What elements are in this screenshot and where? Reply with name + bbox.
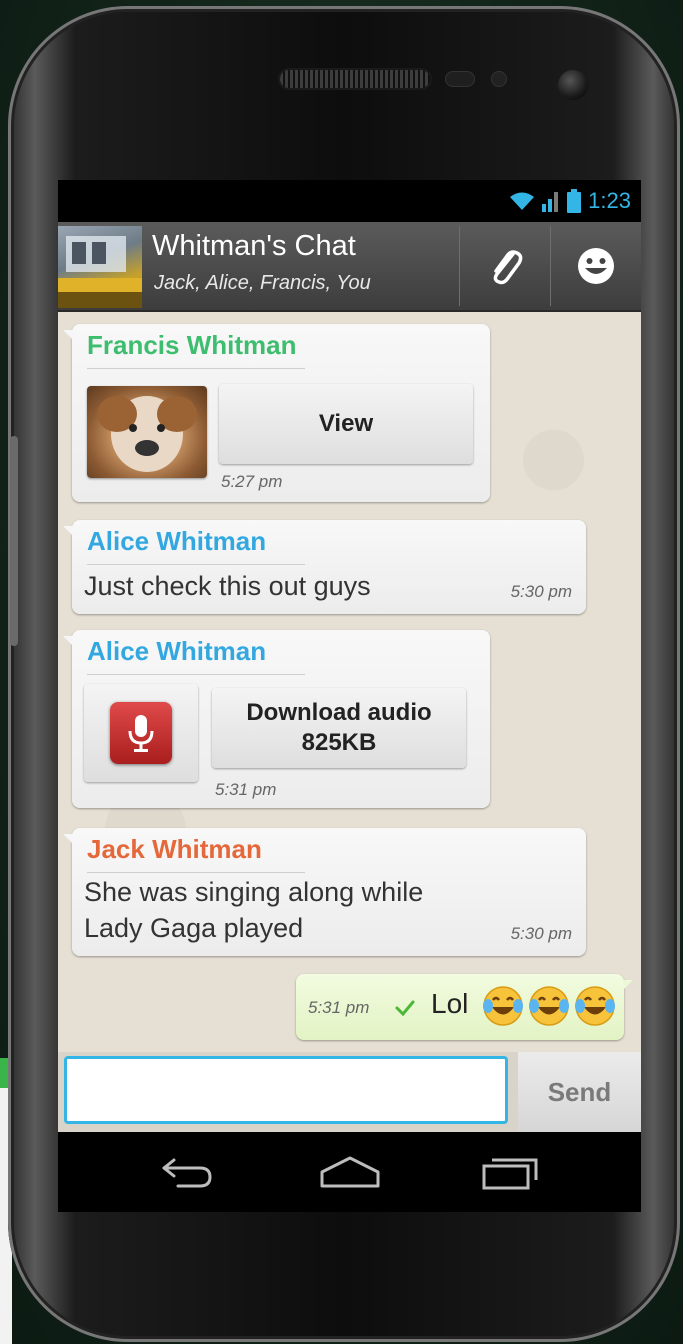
delivered-check-icon [395, 1000, 415, 1017]
phone-screen: 1:23 Whitman's Chat Jack, Alice, Francis… [58, 180, 641, 1132]
chat-participants: Jack, Alice, Francis, You [154, 272, 371, 294]
battery-icon [567, 189, 582, 213]
signal-icon [542, 192, 559, 212]
proximity-sensor [446, 72, 474, 86]
back-button[interactable] [148, 1146, 228, 1198]
sender-name: Alice Whitman [87, 636, 267, 666]
message-time: 5:30 pm [510, 582, 572, 601]
message-time: 5:30 pm [510, 924, 572, 943]
message-time: 5:27 pm [221, 472, 283, 491]
sender-name: Jack Whitman [87, 834, 262, 864]
sender-name: Alice Whitman [87, 526, 267, 556]
earpiece-speaker [280, 70, 430, 88]
message-bubble: Alice Whitman Just check this out guys 5… [63, 520, 586, 614]
navigation-bar [58, 1132, 641, 1212]
recents-icon [482, 1158, 538, 1190]
chat-title[interactable]: Whitman's Chat [152, 230, 356, 263]
sender-divider [87, 674, 305, 675]
message-text: Just check this out guys [84, 571, 371, 601]
back-icon [162, 1158, 212, 1188]
message-bubble: Francis Whitman View 5:27 pm [63, 324, 490, 502]
message-text-line: Lady Gaga played [84, 913, 304, 943]
download-audio-label: Download audio [246, 699, 432, 726]
message-list[interactable]: Francis Whitman View 5:27 pm Alice Whitm… [58, 312, 641, 1052]
status-bar: 1:23 [58, 180, 641, 222]
view-button[interactable]: View [219, 384, 473, 464]
attach-button[interactable] [460, 226, 550, 306]
home-icon [320, 1156, 380, 1188]
crying-laughing-emoji-icon [529, 986, 569, 1026]
sender-divider [87, 564, 305, 565]
emoji-button[interactable] [551, 226, 641, 306]
message-bubble: Jack Whitman She was singing along while… [63, 828, 586, 956]
send-button[interactable]: Send [518, 1052, 641, 1132]
download-audio-button[interactable]: Download audio 825KB [212, 688, 466, 768]
home-button[interactable] [310, 1146, 390, 1198]
composer-bar: Send [58, 1052, 641, 1132]
image-thumbnail[interactable] [87, 386, 207, 478]
emoji-group [481, 984, 617, 1028]
message-text: Lol [431, 988, 469, 1019]
crying-laughing-emoji-icon [483, 986, 523, 1026]
light-sensor [492, 72, 506, 86]
chat-header: Whitman's Chat Jack, Alice, Francis, You [58, 222, 641, 312]
outgoing-message-bubble: 5:31 pm Lol [296, 974, 633, 1040]
status-time: 1:23 [588, 188, 631, 213]
sender-divider [87, 368, 305, 369]
message-time: 5:31 pm [215, 780, 277, 799]
front-camera [558, 70, 588, 100]
group-avatar[interactable] [58, 226, 142, 308]
smiley-icon [578, 248, 614, 284]
audio-attachment[interactable] [84, 684, 198, 782]
wifi-icon [510, 192, 535, 210]
message-text-line: She was singing along while [84, 877, 424, 907]
audio-file-size: 825KB [301, 729, 377, 756]
recents-button[interactable] [470, 1146, 550, 1198]
crying-laughing-emoji-icon [575, 986, 615, 1026]
sender-name: Francis Whitman [87, 330, 297, 360]
microphone-icon [110, 702, 172, 764]
message-time: 5:31 pm [308, 998, 370, 1017]
message-bubble: Alice Whitman Download audio 825KB 5:31 … [63, 630, 490, 808]
volume-button [10, 436, 18, 646]
paperclip-icon [493, 250, 523, 285]
message-input[interactable] [64, 1056, 508, 1124]
sender-divider [87, 872, 305, 873]
